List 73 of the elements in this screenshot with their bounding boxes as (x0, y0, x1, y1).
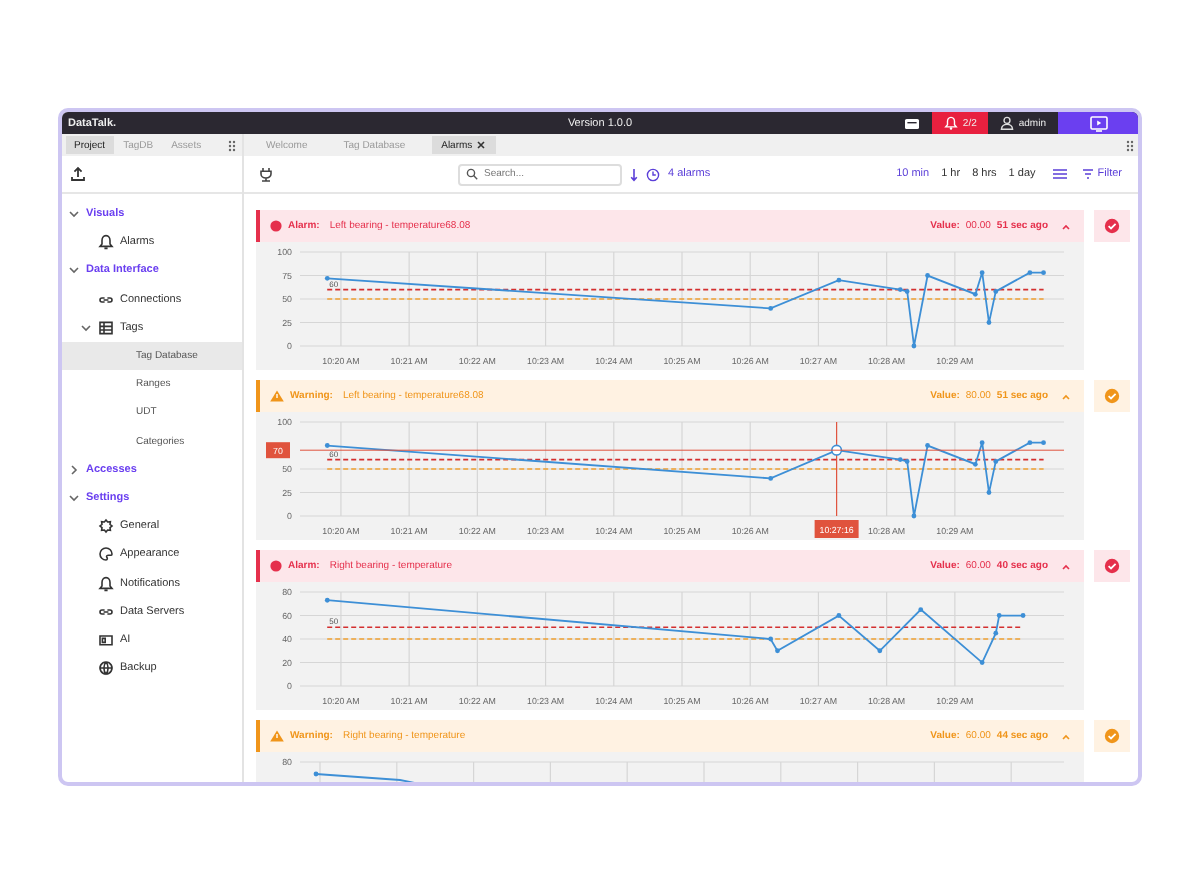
collapse-caret-icon[interactable] (1060, 221, 1072, 231)
menu-icon[interactable] (1051, 168, 1068, 180)
data-point (972, 461, 978, 467)
check-circle-icon (1104, 728, 1120, 744)
drag-handle-icon[interactable] (1126, 139, 1134, 151)
alarm-dot-icon (270, 560, 282, 572)
data-point (925, 273, 930, 278)
data-point (911, 343, 917, 349)
data-point (1041, 440, 1046, 446)
link-icon (98, 291, 114, 308)
data-point (836, 613, 842, 618)
clock-icon[interactable] (645, 167, 660, 181)
data-point (972, 291, 978, 297)
data-point (996, 613, 1002, 618)
chat-icon (904, 117, 921, 129)
data-point (768, 476, 774, 481)
data-point (911, 513, 917, 519)
bell-icon (98, 234, 114, 251)
data-point (993, 289, 999, 294)
chip-icon (98, 631, 114, 648)
close-icon[interactable] (476, 140, 487, 150)
bell-icon (98, 575, 114, 592)
warning-icon (270, 730, 284, 742)
hover-marker (831, 444, 843, 456)
data-point (986, 320, 992, 325)
data-point (768, 306, 774, 311)
warning-icon (270, 390, 284, 402)
link-icon (98, 603, 114, 620)
data-point (925, 443, 930, 448)
acknowledge-button[interactable] (1094, 210, 1130, 242)
data-point (324, 443, 330, 448)
table-icon (98, 319, 114, 336)
data-point (324, 275, 330, 281)
check-circle-icon (1104, 388, 1120, 404)
alarm-dot-icon (270, 220, 282, 232)
data-point (979, 270, 985, 276)
palette-icon (98, 546, 114, 563)
acknowledge-button[interactable] (1094, 550, 1130, 582)
data-point (986, 490, 992, 495)
data-point (877, 648, 883, 654)
data-point (1020, 613, 1026, 618)
chevron-down-icon (80, 321, 92, 334)
data-point (1027, 440, 1033, 446)
data-point (1041, 270, 1046, 276)
plug-icon[interactable] (258, 166, 274, 182)
chevron-down-icon (68, 208, 80, 221)
data-point (775, 648, 780, 654)
data-point (324, 597, 330, 603)
check-circle-icon (1104, 218, 1120, 234)
user-icon (1000, 116, 1015, 130)
check-circle-icon (1104, 558, 1120, 574)
chevron-down-icon (68, 264, 80, 277)
present-button[interactable] (1058, 112, 1138, 134)
screen-icon (1089, 115, 1107, 131)
data-point (1027, 270, 1033, 276)
collapse-caret-icon[interactable] (1060, 561, 1072, 571)
data-point (993, 630, 999, 636)
globe-icon (98, 660, 114, 677)
data-point (979, 660, 985, 665)
search-icon (465, 168, 478, 180)
data-point (979, 440, 985, 446)
chevron-down-icon (68, 491, 80, 504)
data-point (918, 607, 924, 613)
data-point (768, 636, 774, 642)
sort-arrow-icon[interactable] (629, 167, 638, 181)
data-point (836, 277, 842, 283)
bell-icon (944, 116, 959, 130)
data-point (993, 459, 999, 464)
chevron-right-icon (68, 463, 80, 476)
filter-icon (1081, 168, 1094, 180)
drag-handle-icon[interactable] (228, 139, 236, 151)
upload-icon[interactable] (70, 166, 86, 182)
gear-icon (98, 518, 114, 535)
